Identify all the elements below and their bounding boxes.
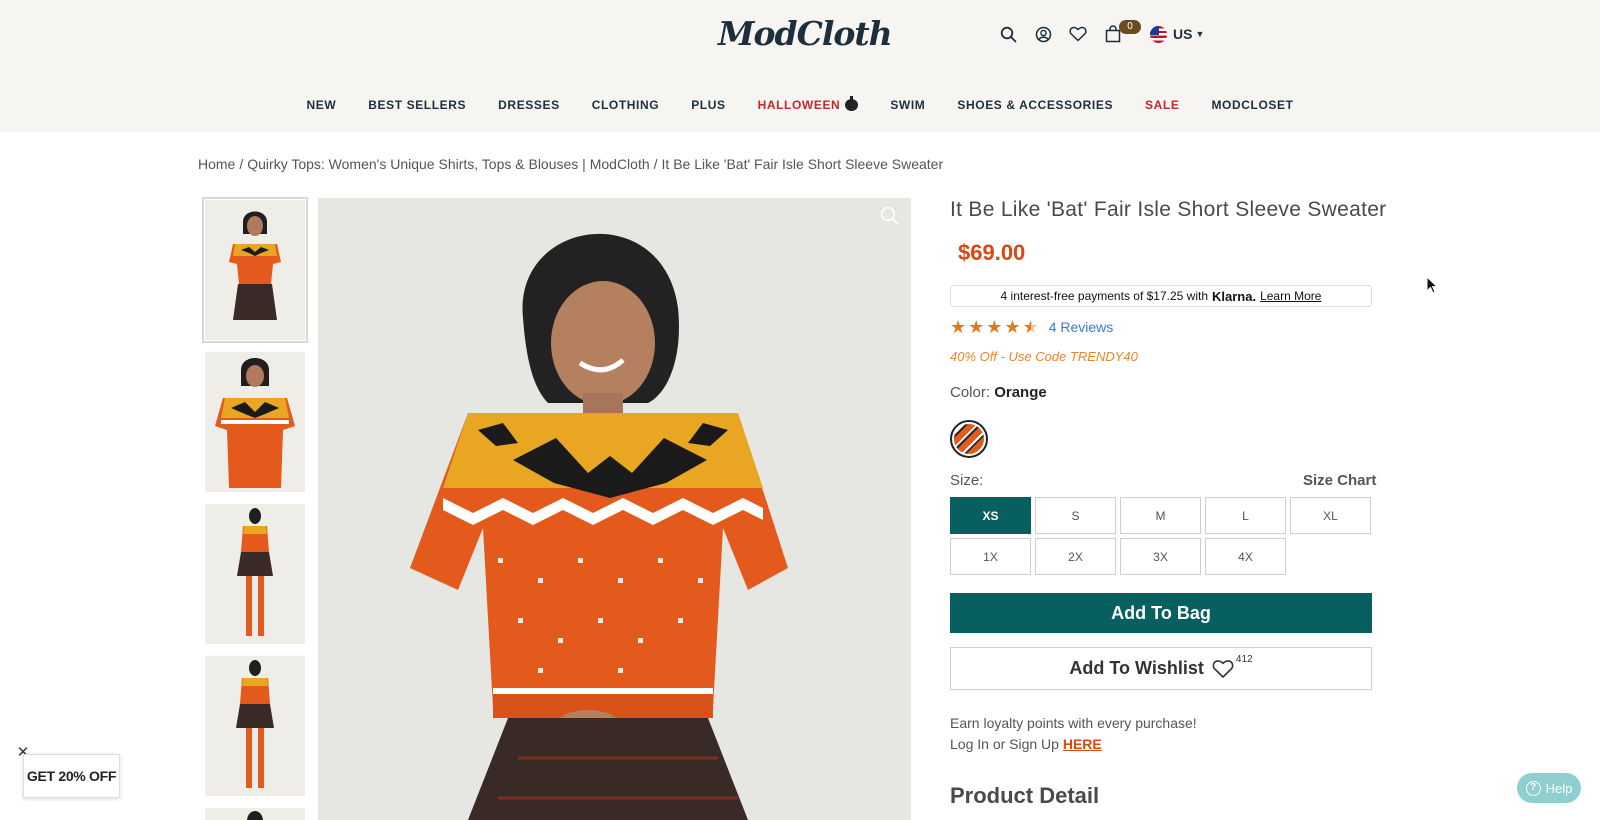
breadcrumb-home[interactable]: Home — [198, 156, 235, 172]
thumbnail-3[interactable] — [205, 504, 305, 644]
add-to-bag-button[interactable]: Add To Bag — [950, 593, 1372, 633]
size-label: Size: — [950, 472, 984, 489]
color-label: Color: Orange — [950, 384, 1047, 401]
product-title: It Be Like 'Bat' Fair Isle Short Sleeve … — [950, 198, 1387, 221]
bag-count-badge: 0 — [1119, 20, 1141, 34]
breadcrumb-category[interactable]: Quirky Tops: Women's Unique Shirts, Tops… — [247, 156, 649, 172]
search-button[interactable] — [998, 22, 1018, 46]
locale-label: US — [1173, 26, 1193, 42]
product-thumbnail-image — [205, 200, 305, 340]
nav-best-sellers[interactable]: BEST SELLERS — [368, 98, 466, 112]
nav-halloween-label: HALLOWEEN — [757, 98, 841, 112]
mouse-cursor-icon — [1426, 276, 1438, 294]
zoom-button[interactable] — [880, 206, 900, 231]
breadcrumb-separator: / — [239, 156, 244, 172]
nav-new[interactable]: NEW — [306, 98, 336, 112]
promo-code-text: 40% Off - Use Code TRENDY40 — [950, 349, 1138, 364]
size-option-3x[interactable]: 3X — [1120, 538, 1201, 575]
rating[interactable]: ★ ★ ★ ★ ★ 4 Reviews — [950, 318, 1113, 336]
pumpkin-icon — [845, 96, 859, 111]
klarna-logo: Klarna. — [1212, 288, 1257, 304]
product-thumbnail-image — [205, 809, 305, 820]
reviews-link[interactable]: 4 Reviews — [1049, 319, 1114, 335]
site-logo[interactable]: ModCloth — [718, 12, 893, 56]
nav-shoes-accessories[interactable]: SHOES & ACCESSORIES — [957, 98, 1113, 112]
half-star-icon: ★ — [1022, 317, 1039, 337]
star-icon: ★ — [968, 317, 985, 337]
add-to-wishlist-label: Add To Wishlist — [1069, 658, 1204, 678]
locale-selector[interactable]: US ▼ — [1150, 22, 1204, 46]
star-icon: ★ — [950, 317, 967, 337]
nav-halloween[interactable]: HALLOWEEN — [757, 96, 859, 112]
heart-icon — [1212, 659, 1234, 678]
product-price: $69.00 — [958, 240, 1026, 265]
breadcrumb-current: It Be Like 'Bat' Fair Isle Short Sleeve … — [661, 156, 944, 172]
chevron-down-icon: ▼ — [1195, 29, 1205, 39]
add-to-wishlist-button[interactable]: Add To Wishlist 412 — [950, 647, 1372, 690]
nav-plus[interactable]: PLUS — [691, 98, 725, 112]
zoom-icon — [880, 206, 899, 225]
loyalty-signup-text: Log In or Sign Up — [950, 736, 1059, 752]
loyalty-message: Earn loyalty points with every purchase!… — [950, 713, 1197, 755]
swatch-pattern — [954, 424, 984, 454]
nav-clothing[interactable]: CLOTHING — [592, 98, 659, 112]
search-icon — [1000, 26, 1016, 42]
thumbnail-2[interactable] — [205, 352, 305, 492]
nav-modcloset[interactable]: MODCLOSET — [1211, 98, 1293, 112]
size-option-m[interactable]: M — [1120, 497, 1201, 534]
heart-icon — [1069, 26, 1087, 42]
nav-dresses[interactable]: DRESSES — [498, 98, 560, 112]
question-icon: ? — [1525, 780, 1541, 796]
thumbnail-1[interactable] — [202, 197, 308, 343]
product-thumbnail-image — [205, 504, 305, 644]
loyalty-line-1: Earn loyalty points with every purchase! — [950, 715, 1197, 731]
breadcrumb-separator: / — [653, 156, 658, 172]
color-value: Orange — [994, 384, 1047, 401]
size-option-xl[interactable]: XL — [1290, 497, 1371, 534]
size-option-s[interactable]: S — [1035, 497, 1116, 534]
account-button[interactable] — [1033, 22, 1053, 46]
us-flag-icon — [1150, 25, 1167, 43]
color-label-text: Color: — [950, 384, 991, 401]
wishlist-button[interactable] — [1068, 22, 1088, 46]
account-icon — [1035, 26, 1051, 42]
size-option-4x[interactable]: 4X — [1205, 538, 1286, 575]
size-option-2x[interactable]: 2X — [1035, 538, 1116, 575]
product-thumbnail-image — [205, 656, 305, 796]
size-chart-link[interactable]: Size Chart — [1303, 472, 1376, 489]
discount-popup-button[interactable]: GET 20% OFF — [23, 754, 120, 798]
site-header: ModCloth 0 US ▼ NEW BEST SELLERS DRESSES… — [0, 0, 1600, 132]
breadcrumb: Home / Quirky Tops: Women's Unique Shirts,… — [198, 156, 943, 172]
loyalty-line-2: Log In or Sign Up HERE — [950, 734, 1197, 755]
color-swatch-orange[interactable] — [950, 420, 988, 458]
klarna-banner: 4 interest-free payments of $17.25 with … — [950, 285, 1372, 307]
size-option-1x[interactable]: 1X — [950, 538, 1031, 575]
product-photo — [318, 198, 911, 820]
size-option-l[interactable]: L — [1205, 497, 1286, 534]
thumbnail-4[interactable] — [205, 656, 305, 796]
main-nav: NEW BEST SELLERS DRESSES CLOTHING PLUS H… — [0, 94, 1600, 116]
product-thumbnail-image — [205, 352, 305, 492]
help-button[interactable]: ? Help — [1517, 773, 1581, 803]
product-detail-heading[interactable]: Product Detail — [950, 783, 1099, 809]
star-icon: ★ — [986, 317, 1003, 337]
wishlist-count: 412 — [1235, 654, 1253, 665]
nav-sale[interactable]: SALE — [1145, 98, 1179, 112]
nav-swim[interactable]: SWIM — [890, 98, 925, 112]
loyalty-here-link[interactable]: HERE — [1063, 736, 1102, 752]
klarna-text: 4 interest-free payments of $17.25 with — [1000, 289, 1208, 303]
help-label: Help — [1545, 780, 1573, 796]
klarna-learn-more-link[interactable]: Learn More — [1260, 289, 1321, 303]
star-icon: ★ — [1004, 317, 1021, 337]
main-product-image[interactable] — [318, 198, 911, 820]
thumbnail-5[interactable] — [205, 808, 305, 820]
size-option-xs[interactable]: XS — [950, 497, 1031, 534]
